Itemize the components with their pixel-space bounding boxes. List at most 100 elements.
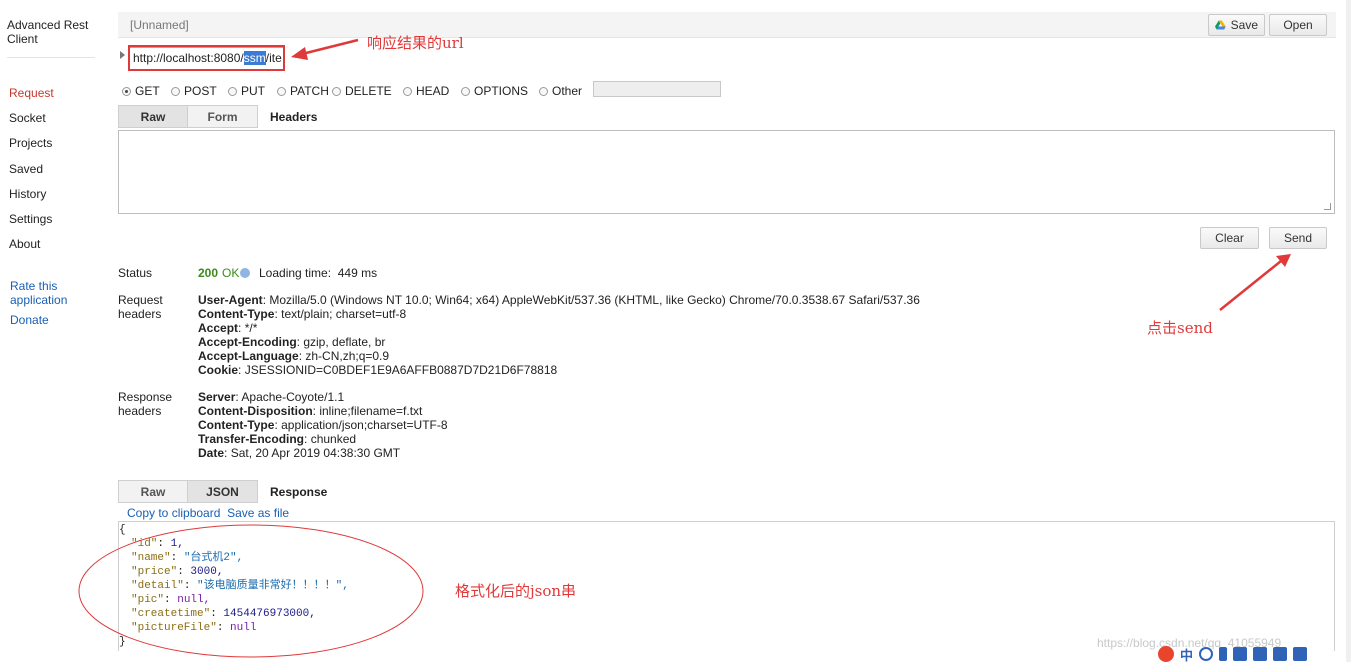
sidebar-item-request[interactable]: Request — [9, 86, 54, 100]
tab-raw-response[interactable]: Raw — [118, 480, 188, 503]
url-expand-icon[interactable] — [120, 51, 125, 59]
json-annotation: 格式化后的json串 — [455, 582, 577, 600]
request-header-row: Cookie: JSESSIONID=C0BDEF1E9A6AFFB0887D7… — [198, 363, 558, 377]
ime-toolbar: 中 — [1158, 645, 1308, 664]
method-patch[interactable]: PATCH — [277, 84, 329, 98]
user-icon[interactable] — [1253, 647, 1268, 661]
response-header-row: Transfer-Encoding: chunked — [198, 432, 357, 446]
method-delete[interactable]: DELETE — [332, 84, 392, 98]
ime-mode[interactable]: 中 — [1180, 645, 1193, 664]
app-name: Advanced Rest Client — [7, 18, 89, 46]
request-name[interactable]: [Unnamed] — [130, 18, 189, 32]
method-post[interactable]: POST — [171, 84, 217, 98]
request-header-row: Accept: */* — [198, 321, 258, 335]
headers-textarea[interactable] — [118, 130, 1335, 214]
method-label: DELETE — [345, 84, 392, 98]
method-label: PATCH — [290, 84, 329, 98]
clear-button[interactable]: Clear — [1200, 227, 1259, 249]
response-section-title: Response — [270, 485, 328, 499]
url-arrow-line — [301, 38, 359, 56]
loading-label: Loading time: — [259, 266, 332, 280]
send-button[interactable]: Send — [1269, 227, 1327, 249]
url-prefix: http://localhost:8080/ — [133, 51, 244, 65]
request-header-row: Content-Type: text/plain; charset=utf-8 — [198, 307, 407, 321]
radio-icon — [277, 86, 286, 96]
sogou-icon[interactable] — [1158, 646, 1174, 662]
method-put[interactable]: PUT — [228, 84, 265, 98]
response-header-row: Server: Apache-Coyote/1.1 — [198, 390, 345, 404]
method-options[interactable]: OPTIONS — [461, 84, 528, 98]
json-open-brace: { — [119, 524, 126, 536]
url-arrowhead-icon — [291, 47, 308, 60]
response-actions: Copy to clipboard Save as file — [127, 506, 289, 520]
json-line: "name": "台式机2", — [131, 552, 244, 564]
url-input[interactable]: http://localhost:8080/ssm/ite — [128, 47, 284, 70]
sidebar-item-about[interactable]: About — [9, 237, 40, 251]
open-button[interactable]: Open — [1269, 14, 1327, 36]
method-get[interactable]: GET — [122, 84, 160, 98]
tab-raw-headers[interactable]: Raw — [118, 105, 188, 128]
radio-icon — [539, 86, 548, 96]
request-headers-label: Request headers — [118, 293, 163, 321]
shirt-icon[interactable] — [1273, 647, 1288, 661]
response-header-row: Date: Sat, 20 Apr 2019 04:38:30 GMT — [198, 446, 401, 460]
json-line: "id": 1, — [131, 538, 184, 550]
method-label: OPTIONS — [474, 84, 529, 98]
send-annotation: 点击send — [1147, 319, 1213, 337]
rate-app-link[interactable]: Rate this application — [10, 279, 90, 307]
radio-icon — [332, 86, 341, 96]
save-as-file-link[interactable]: Save as file — [227, 506, 289, 520]
sidebar-item-settings[interactable]: Settings — [9, 212, 52, 226]
json-line: "createtime": 1454476973000, — [131, 608, 316, 620]
url-annotation: 响应结果的url — [367, 34, 464, 52]
donate-link[interactable]: Donate — [10, 313, 49, 327]
grid-icon[interactable] — [1293, 647, 1308, 661]
radio-icon — [228, 86, 237, 96]
page-scrollbar[interactable] — [1346, 0, 1351, 662]
response-header-row: Content-Type: application/json;charset=U… — [198, 418, 448, 432]
drive-icon — [1215, 20, 1226, 30]
response-header-row: Content-Disposition: inline;filename=f.t… — [198, 404, 423, 418]
method-head[interactable]: HEAD — [403, 84, 449, 98]
status-code: 200 — [198, 266, 219, 280]
send-arrow-line — [1219, 260, 1282, 311]
keyboard-icon[interactable] — [1233, 647, 1248, 661]
json-line: "pictureFile": null — [131, 622, 257, 634]
json-line: "detail": "该电脑质量非常好！！！！", — [131, 580, 349, 592]
send-arrowhead-icon — [1276, 254, 1291, 267]
request-title-bar — [118, 12, 1336, 38]
method-label: GET — [135, 84, 160, 98]
radio-selected-icon — [122, 86, 131, 96]
json-line: "pic": null, — [131, 594, 211, 606]
loading-time: Loading time: 449 ms — [259, 266, 377, 280]
resize-handle-icon[interactable] — [1324, 203, 1331, 210]
sidebar-item-projects[interactable]: Projects — [9, 136, 52, 150]
url-selection: ssm — [243, 51, 266, 65]
method-label: HEAD — [416, 84, 450, 98]
other-method-input[interactable] — [593, 81, 721, 97]
sidebar-divider — [7, 57, 95, 58]
tab-form-headers[interactable]: Form — [187, 105, 258, 128]
method-label: PUT — [241, 84, 265, 98]
headers-section-title: Headers — [270, 110, 318, 124]
sidebar-item-saved[interactable]: Saved — [9, 162, 43, 176]
save-button[interactable]: Save — [1208, 14, 1265, 36]
info-icon[interactable] — [240, 268, 250, 278]
sidebar-item-history[interactable]: History — [9, 187, 46, 201]
radio-icon — [461, 86, 470, 96]
radio-icon — [171, 86, 180, 96]
method-label: POST — [184, 84, 217, 98]
save-button-label: Save — [1230, 18, 1258, 32]
sidebar-item-socket[interactable]: Socket — [9, 111, 46, 125]
response-headers-label: Response headers — [118, 390, 173, 418]
tab-json-response[interactable]: JSON — [187, 480, 258, 503]
status-text: OK — [222, 266, 240, 280]
copy-to-clipboard-link[interactable]: Copy to clipboard — [127, 506, 220, 520]
mic-icon[interactable] — [1219, 647, 1228, 661]
request-header-row: Accept-Encoding: gzip, deflate, br — [198, 335, 386, 349]
emoji-icon[interactable] — [1199, 647, 1214, 661]
method-other[interactable]: Other — [539, 84, 582, 98]
method-label: Other — [552, 84, 583, 98]
json-line: "price": 3000, — [131, 566, 224, 578]
url-suffix: /ite — [265, 51, 282, 65]
